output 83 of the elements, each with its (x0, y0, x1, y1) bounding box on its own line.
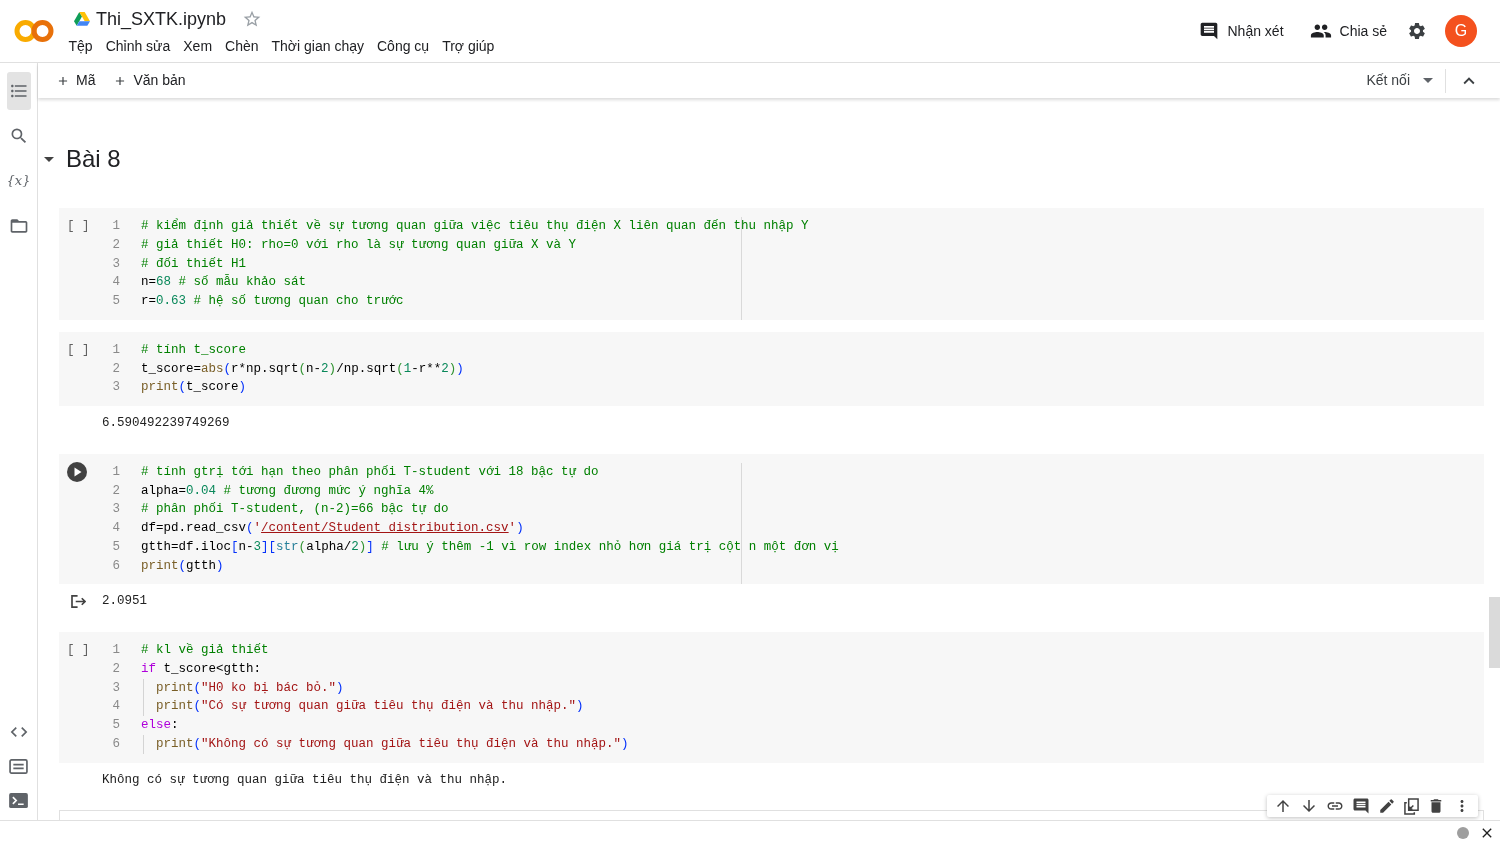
cell-output: 6.590492239749269 (102, 415, 230, 432)
menu-item[interactable]: Xem (177, 34, 218, 57)
square-arrow-icon[interactable] (1404, 797, 1419, 815)
code-line: # tính t_score (141, 342, 247, 357)
menu-item[interactable]: Trợ giúp (436, 34, 500, 57)
comment-button[interactable]: Nhận xét (1199, 15, 1284, 47)
code-line: print("H0 ko bị bác bỏ.") (141, 680, 344, 695)
line-number: 2 (112, 236, 120, 254)
code-line: n=68 # số mẫu khảo sát (141, 275, 307, 290)
code-line: # kl về giả thiết (141, 643, 269, 657)
collapse-caret-icon[interactable] (44, 156, 54, 162)
line-number: 3 (112, 679, 120, 697)
comment-icon[interactable] (1352, 797, 1370, 816)
code-cell[interactable] (59, 632, 1484, 763)
run-indicator[interactable]: [ ] (67, 641, 97, 660)
code-cell[interactable] (59, 453, 1484, 585)
code-line: # kiểm định giả thiết về sự tương quan giữa việc tiêu thụ điện X liên quan đến thu nhập Y (141, 219, 809, 233)
code-line: gtth=df.iloc[n-3][str(alpha/2)] # lưu ý thêm -1 vì row index nhỏ hơn giá trị cột n một đơn vị (141, 539, 839, 554)
code-line: df=pd.read_csv('/content/Student_distribution.csv') (141, 521, 524, 535)
code-line: print("Có sự tương quan giữa tiêu thụ điện và thu nhập.") (141, 699, 584, 714)
line-number: 4 (112, 520, 120, 537)
line-number: 4 (112, 698, 120, 716)
caret-icon (1423, 78, 1433, 83)
code-line: # giả thiết H0: rho=0 với rho là sự tương quan giữa X và Y (141, 237, 577, 252)
file-path-link[interactable]: /content/Student_distribution.csv (261, 521, 509, 535)
line-number: 2 (112, 482, 120, 500)
line-number: 4 (112, 274, 120, 292)
terminal-icon[interactable] (9, 792, 28, 808)
menu-item[interactable]: Chỉnh sửa (100, 34, 176, 57)
line-number: 1 (112, 341, 120, 359)
line-number: 2 (112, 360, 120, 378)
list-icon[interactable] (6, 72, 31, 110)
code-line: else: (141, 718, 179, 732)
code-line: if t_score<gtth: (141, 661, 262, 676)
code-line: # phân phối T-student, (n-2)=66 bậc tự do (141, 502, 449, 517)
menu-item[interactable]: Chèn (219, 34, 265, 57)
connect-button[interactable]: Kết nối (1366, 66, 1433, 95)
add-cell-button[interactable]: Văn bản (107, 66, 192, 95)
pencil-icon[interactable] (1378, 797, 1396, 816)
line-number: 2 (112, 660, 120, 678)
cell-output: Không có sự tương quan giữa tiêu thụ điện và thu nhập. (102, 771, 508, 789)
code-cell[interactable]: [ ] 1 2 3 # tính t_score t_score=abs(r*np.sqrt(n-2)/np.sqrt(1-r**2)) print(t_score) (59, 331, 1484, 406)
menu-item[interactable]: Công cụ (371, 34, 435, 57)
cell-output: 2.0951 (102, 593, 147, 611)
settings-icon[interactable] (1407, 21, 1427, 41)
output-arrow-icon[interactable] (71, 595, 86, 609)
status-dot-icon (1457, 826, 1469, 839)
code-line: # đối thiết H1 (141, 256, 247, 271)
line-number: 1 (112, 642, 120, 659)
line-number: 1 (112, 218, 120, 235)
line-number: 5 (112, 538, 120, 556)
menu-item[interactable]: Tệp (63, 34, 99, 57)
line-number: 5 (112, 293, 120, 310)
share-button[interactable]: Chia sẻ (1309, 15, 1387, 47)
code-line: print(t_score) (141, 380, 247, 395)
notebook-title[interactable]: Thi_SXTK.ipynb (96, 6, 227, 31)
line-number: 6 (112, 557, 120, 575)
line-number: 3 (112, 255, 120, 273)
menu-item[interactable]: Thời gian chạy (266, 34, 370, 57)
code-line: t_score=abs(r*np.sqrt(n-2)/np.sqrt(1-r**2)) (141, 361, 464, 376)
list-box-icon[interactable] (9, 758, 28, 774)
variables-button[interactable]: {x} (6, 171, 31, 191)
line-number: 6 (112, 735, 120, 753)
run-indicator[interactable]: [ ] (67, 340, 97, 360)
run-indicator[interactable]: [ ] (67, 217, 97, 236)
line-number: 5 (112, 717, 120, 734)
folder-icon[interactable] (8, 216, 29, 236)
line-number: 3 (112, 379, 120, 397)
triangle-logo-icon (74, 11, 90, 26)
line-number: 1 (112, 463, 120, 481)
code-line: print(gtth) (141, 558, 224, 573)
code-line: alpha=0.04 # tương đương mức ý nghĩa 4% (141, 483, 434, 498)
code-line: print("Không có sự tương quan giữa tiêu thụ điện và thu nhập.") (141, 736, 629, 751)
line-number: 3 (112, 501, 120, 519)
scrollbar-thumb[interactable] (1489, 597, 1500, 668)
section-heading: Bài 8 (66, 144, 121, 174)
add-cell-button[interactable]: Mã (50, 66, 102, 95)
logo-icon[interactable] (14, 19, 54, 43)
code-line: # tính gtrị tới hạn theo phân phối T-student với 18 bậc tự do (141, 464, 599, 479)
code-cell[interactable] (59, 208, 1484, 320)
play-icon[interactable] (67, 461, 87, 482)
code-line: r=0.63 # hệ số tương quan cho trước (141, 294, 404, 308)
comment-icon (1199, 21, 1220, 41)
